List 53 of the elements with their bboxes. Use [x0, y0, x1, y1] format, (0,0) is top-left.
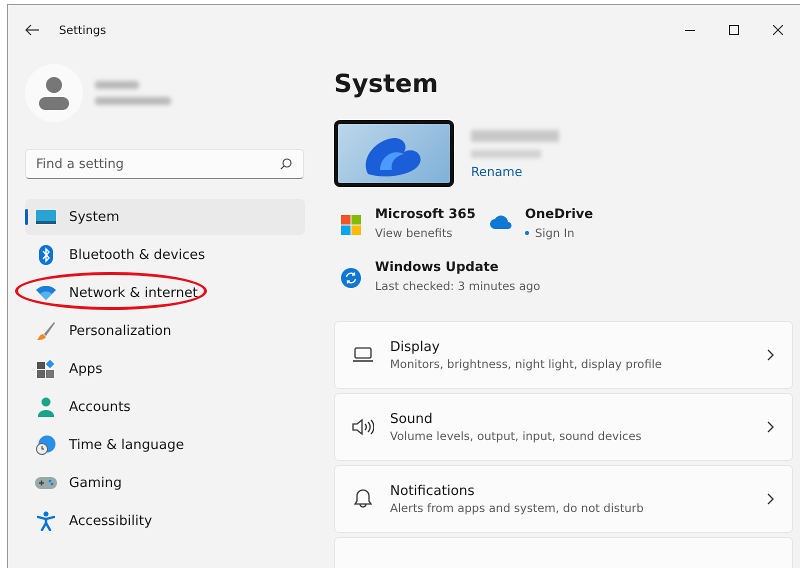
nav-item[interactable]: Network & internet	[25, 275, 305, 311]
nav-item[interactable]: Bluetooth & devices	[25, 237, 305, 273]
card-description: Monitors, brightness, night light, display profile	[390, 357, 663, 371]
chevron-right-icon	[767, 349, 774, 361]
status-dot	[525, 231, 529, 235]
paintbrush-icon	[36, 321, 56, 341]
setting-card[interactable]: Display Monitors, brightness, night light, display profile	[334, 321, 793, 389]
page-title: System	[334, 69, 440, 98]
card-title: Display	[390, 339, 441, 355]
globe-clock-icon	[36, 435, 56, 455]
search-field[interactable]: Find a setting	[25, 149, 304, 179]
close-icon[interactable]	[773, 25, 783, 35]
service-title: Microsoft 365	[375, 207, 476, 222]
nav-item[interactable]: Accessibility	[25, 503, 305, 539]
update-status: Last checked: 3 minutes ago	[375, 279, 540, 293]
back-arrow-icon[interactable]	[25, 24, 39, 36]
monitor-icon	[36, 210, 56, 224]
rename-link[interactable]: Rename	[471, 164, 559, 179]
sync-icon	[341, 268, 361, 288]
window-title: Settings	[59, 23, 108, 37]
nav-item[interactable]: Time & language	[25, 427, 305, 463]
chevron-right-icon	[767, 421, 774, 433]
card-description: Alerts from apps and system, do not disturb	[390, 501, 645, 515]
bell-icon	[354, 489, 372, 509]
four-squares-icon	[341, 215, 361, 235]
accessibility-icon	[37, 511, 55, 531]
person-icon	[38, 397, 54, 417]
card-title: Notifications	[390, 483, 476, 499]
sign-in-link[interactable]: Sign In	[535, 226, 574, 240]
setting-card[interactable]: Notifications Alerts from apps and system, do not disturb	[334, 465, 793, 533]
cloud-icon	[490, 215, 512, 229]
search-icon	[280, 158, 292, 170]
chevron-right-icon	[767, 493, 774, 505]
laptop-icon	[353, 347, 373, 363]
maximize-icon[interactable]	[729, 25, 739, 35]
nav-item[interactable]: Accounts	[25, 389, 305, 425]
bluetooth-icon	[39, 245, 53, 265]
apps-icon	[37, 360, 55, 378]
nav-item[interactable]: Apps	[25, 351, 305, 387]
setting-card[interactable]: Sound Volume levels, output, input, sound devices	[334, 393, 793, 461]
service-title: OneDrive	[525, 207, 594, 222]
nav-item[interactable]: Personalization	[25, 313, 305, 349]
nav-item[interactable]: Gaming	[25, 465, 305, 501]
speaker-icon	[352, 418, 374, 436]
card-title: Sound	[390, 411, 434, 427]
nav-item[interactable]: System	[25, 199, 305, 235]
blurred-device-model	[471, 150, 541, 158]
service-link[interactable]: View benefits	[375, 226, 452, 240]
wifi-icon	[36, 286, 56, 300]
card-description: Volume levels, output, input, sound devices	[390, 429, 643, 443]
update-title: Windows Update	[375, 260, 500, 275]
gamepad-icon	[35, 476, 57, 490]
selection-indicator	[25, 209, 28, 225]
